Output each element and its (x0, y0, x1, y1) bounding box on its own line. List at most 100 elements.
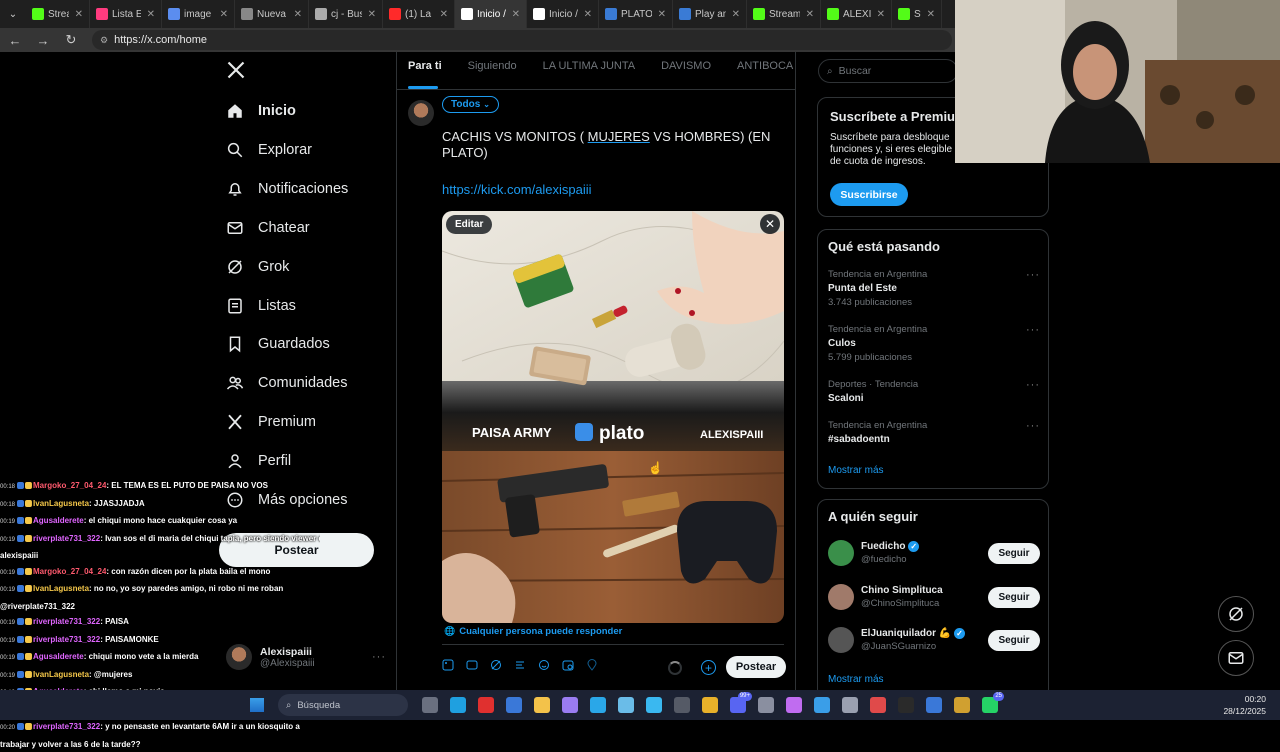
browser-tab[interactable]: Lista Emo✕ (90, 0, 162, 28)
nav-item-perfil[interactable]: Perfil (226, 446, 291, 476)
snip-icon[interactable] (814, 697, 830, 713)
feed-tab[interactable]: LA ULTIMA JUNTA (543, 60, 636, 84)
close-icon[interactable]: ✕ (440, 9, 448, 20)
trend-item[interactable]: Tendencia en ArgentinaPunta del Este3.74… (828, 269, 1040, 308)
browser-tab[interactable]: Nueva pe✕ (235, 0, 309, 28)
reload-icon[interactable]: ↻ (64, 32, 78, 48)
task-view-icon[interactable] (422, 697, 438, 713)
follow-button[interactable]: Seguir (988, 543, 1040, 564)
app-icon[interactable] (870, 697, 886, 713)
nav-item-comunidades[interactable]: Comunidades (226, 368, 347, 398)
close-icon[interactable]: ✕ (75, 9, 83, 20)
grok-icon[interactable] (490, 658, 502, 670)
browser-tab[interactable]: Stream - K✕ (747, 0, 821, 28)
close-icon[interactable]: ✕ (927, 9, 935, 20)
notepad-icon[interactable] (646, 697, 662, 713)
compose-textbox[interactable]: CACHIS VS MONITOS ( MUJERES VS HOMBRES) … (442, 129, 782, 161)
follow-suggestion[interactable]: Fuedicho ✓@fuedichoSeguir (828, 540, 1040, 566)
messages-float-button[interactable] (1218, 640, 1254, 676)
browser-tab[interactable]: Stream - K✕ (26, 0, 90, 28)
system-clock[interactable]: 00:20 28/12/2025 (1223, 693, 1266, 717)
x-logo-icon[interactable] (226, 60, 246, 80)
nav-item-inicio[interactable]: Inicio (226, 96, 296, 126)
nav-item-grok[interactable]: Grok (226, 252, 289, 282)
follow-button[interactable]: Seguir (988, 587, 1040, 608)
close-icon[interactable]: ✕ (368, 9, 376, 20)
close-icon[interactable]: ✕ (877, 9, 885, 20)
post-link[interactable]: https://kick.com/alexispaiii (442, 182, 592, 197)
nav-item-notificaciones[interactable]: Notificaciones (226, 174, 348, 204)
follow-suggestion[interactable]: Chino Simplituca@ChinoSimplitucaSeguir (828, 584, 1040, 610)
gif-icon[interactable] (466, 658, 478, 670)
avatar[interactable] (408, 100, 434, 126)
subscribe-button[interactable]: Suscribirse (830, 183, 908, 206)
grok-float-button[interactable] (1218, 596, 1254, 632)
tab-list-icon[interactable]: ⌄ (0, 9, 26, 20)
audience-selector[interactable]: Todos ⌄ (442, 96, 499, 113)
refresh-icon[interactable] (618, 697, 634, 713)
feed-tab[interactable]: Para ti (408, 60, 442, 84)
edit-media-button[interactable]: Editar (446, 215, 492, 234)
browser-tab[interactable]: Inicio / X✕ (527, 0, 599, 28)
nav-item-explorar[interactable]: Explorar (226, 135, 312, 165)
url-field[interactable]: ⚙ https://x.com/home (92, 30, 952, 50)
browser-tab[interactable]: Inicio / X✕ (455, 0, 527, 28)
obs-icon[interactable] (898, 697, 914, 713)
trends-show-more[interactable]: Mostrar más (828, 465, 884, 476)
whatsapp-icon[interactable]: 25 (982, 697, 998, 713)
browser-tab[interactable]: Play and e✕ (673, 0, 747, 28)
settings-icon[interactable] (758, 697, 774, 713)
browser-tab[interactable]: Strea✕ (892, 0, 942, 28)
close-icon[interactable]: ✕ (658, 9, 666, 20)
discord-icon[interactable]: 99+ (730, 697, 746, 713)
follow-suggestion[interactable]: ElJuaniquilador 💪 ✓@JuanSGuarnizoSeguir (828, 627, 1040, 653)
follow-show-more[interactable]: Mostrar más (828, 674, 884, 685)
trend-item[interactable]: Deportes · TendenciaScaloni··· (828, 379, 1040, 404)
nav-item-listas[interactable]: Listas (226, 291, 296, 321)
shield-icon[interactable] (926, 697, 942, 713)
opera-icon[interactable] (478, 697, 494, 713)
store-icon[interactable] (506, 697, 522, 713)
search-input[interactable]: ⌕ Buscar (818, 59, 958, 83)
edge-icon[interactable] (450, 697, 466, 713)
folder-icon[interactable] (534, 697, 550, 713)
add-post-button[interactable]: + (701, 660, 716, 675)
browser-tab[interactable]: image ho✕ (162, 0, 235, 28)
more-dots-icon[interactable]: ··· (1026, 324, 1040, 336)
vs-icon[interactable] (786, 697, 802, 713)
close-icon[interactable]: ✕ (147, 9, 155, 20)
image-icon[interactable] (442, 658, 454, 670)
poll-icon[interactable] (514, 658, 526, 670)
browser-tab[interactable]: ALEXISPA✕ (821, 0, 892, 28)
feed-tab[interactable]: ANTIBOCA PROFESI (737, 60, 795, 84)
edge-alt-icon[interactable] (590, 697, 606, 713)
forward-icon[interactable]: → (36, 33, 50, 48)
close-icon[interactable]: ✕ (220, 9, 228, 20)
trend-item[interactable]: Tendencia en Argentina#sabadoentn··· (828, 420, 1040, 445)
taskbar-search[interactable]: ⌕ Búsqueda (278, 694, 408, 716)
more-dots-icon[interactable]: ··· (372, 651, 386, 663)
location-icon[interactable] (586, 658, 598, 670)
browser-tab[interactable]: cj - Busca✕ (309, 0, 383, 28)
more-dots-icon[interactable]: ··· (1026, 379, 1040, 391)
site-info-icon[interactable]: ⚙ (100, 35, 108, 46)
reply-setting[interactable]: 🌐 Cualquier persona puede responder (444, 626, 622, 637)
more-dots-icon[interactable]: ··· (1026, 269, 1040, 281)
terminal-icon[interactable] (674, 697, 690, 713)
chrome-icon[interactable] (702, 697, 718, 713)
remove-media-button[interactable]: ✕ (760, 214, 780, 234)
feed-tab[interactable]: DAVISMO (661, 60, 711, 84)
close-icon[interactable]: ✕ (732, 9, 740, 20)
feed-tab[interactable]: Siguiendo (468, 60, 517, 84)
schedule-icon[interactable] (562, 658, 574, 670)
nav-item-premium[interactable]: Premium (226, 407, 316, 437)
follow-button[interactable]: Seguir (988, 630, 1040, 651)
post-button[interactable]: Postear (726, 656, 786, 678)
close-icon[interactable]: ✕ (294, 9, 302, 20)
back-icon[interactable]: ← (8, 33, 22, 48)
nav-item-guardados[interactable]: Guardados (226, 329, 330, 359)
pen-icon[interactable] (562, 697, 578, 713)
nav-item-chatear[interactable]: Chatear (226, 213, 310, 243)
emoji-icon[interactable] (538, 658, 550, 670)
browser-tab[interactable]: PLATO AP✕ (599, 0, 673, 28)
